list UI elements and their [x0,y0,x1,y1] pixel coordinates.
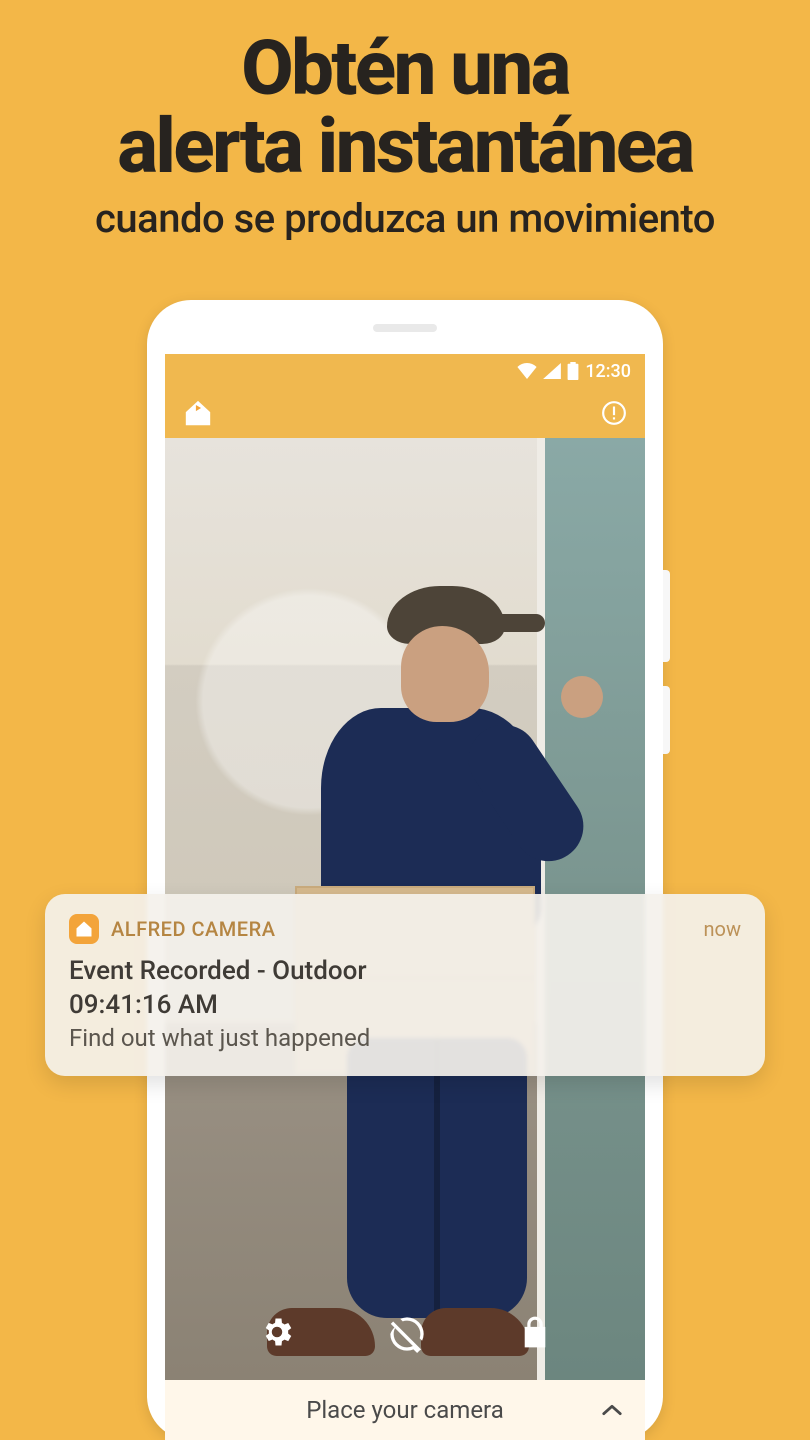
location-off-icon[interactable] [387,1314,427,1354]
alfred-home-icon[interactable] [183,398,213,428]
headline-line2: alerta instantánea [117,101,692,191]
notification-header: ALFRED CAMERA now [69,914,741,944]
headline-line1: Obtén una [241,23,569,113]
app-header [165,388,645,438]
place-camera-label: Place your camera [306,1396,504,1424]
status-bar: 12:30 [165,354,645,388]
wifi-icon [517,363,537,379]
notification-timestamp: now [704,917,741,941]
chevron-up-icon [601,1403,623,1417]
promo-headline: Obtén una alerta instantánea cuando se p… [0,30,810,242]
notification-app-icon [69,914,99,944]
status-time: 12:30 [585,361,631,382]
notification-app-name: ALFRED CAMERA [111,917,275,941]
headline-title: Obtén una alerta instantánea [0,30,810,185]
notification-body: Find out what just happened [69,1024,741,1052]
alert-circle-icon[interactable] [601,400,627,426]
place-camera-bar[interactable]: Place your camera [165,1380,645,1440]
camera-action-row [165,1292,645,1380]
notification-event-time: 09:41:16 AM [69,990,741,1020]
phone-frame: 12:30 [147,300,663,1440]
headline-sub: cuando se produzca un movimiento [0,195,810,242]
lock-icon[interactable] [519,1314,551,1354]
push-notification[interactable]: ALFRED CAMERA now Event Recorded - Outdo… [45,894,765,1076]
gear-icon[interactable] [259,1314,295,1354]
notification-title: Event Recorded - Outdoor [69,956,741,986]
signal-icon [543,363,561,379]
phone-speaker [373,324,437,332]
battery-icon [567,362,579,380]
